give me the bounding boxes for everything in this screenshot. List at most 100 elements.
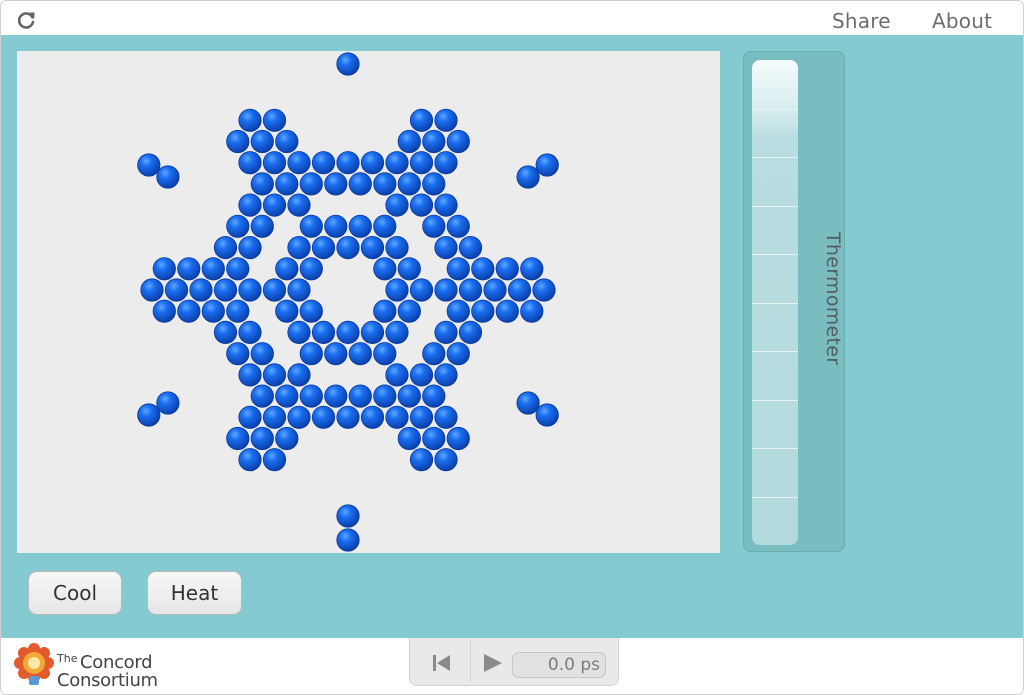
atom[interactable] — [238, 405, 262, 429]
reload-icon[interactable] — [15, 9, 37, 31]
atom[interactable] — [385, 193, 409, 217]
atom[interactable] — [360, 405, 385, 429]
atom[interactable] — [152, 299, 176, 323]
atom[interactable] — [373, 384, 397, 408]
atom[interactable] — [275, 257, 299, 281]
atom[interactable] — [446, 426, 470, 451]
atom[interactable] — [156, 165, 180, 189]
atom[interactable] — [250, 384, 274, 408]
atom[interactable] — [152, 257, 176, 281]
atom[interactable] — [385, 151, 409, 175]
atom[interactable] — [311, 320, 336, 344]
atom[interactable] — [226, 129, 250, 154]
atom[interactable] — [397, 384, 421, 408]
atom[interactable] — [201, 257, 225, 281]
atom[interactable] — [250, 129, 274, 154]
atom[interactable] — [311, 151, 336, 175]
atom[interactable] — [226, 342, 250, 366]
atom[interactable] — [458, 320, 483, 344]
atom[interactable] — [287, 193, 311, 217]
atom[interactable] — [360, 151, 385, 175]
atom[interactable] — [189, 278, 213, 302]
atom[interactable] — [434, 363, 458, 387]
atom[interactable] — [397, 172, 421, 196]
concord-logo[interactable]: The Concord Consortium — [13, 642, 183, 692]
atom[interactable] — [250, 426, 274, 451]
atom[interactable] — [348, 214, 372, 238]
atom[interactable] — [238, 151, 262, 175]
atom[interactable] — [446, 257, 470, 281]
atom[interactable] — [213, 278, 238, 302]
atom[interactable] — [275, 426, 299, 451]
atom[interactable] — [373, 214, 397, 238]
share-link[interactable]: Share — [832, 9, 891, 33]
atom[interactable] — [262, 278, 287, 302]
atom[interactable] — [422, 129, 446, 154]
atom[interactable] — [275, 384, 299, 408]
atom[interactable] — [409, 405, 434, 429]
atom[interactable] — [373, 172, 397, 196]
atom[interactable] — [422, 426, 446, 451]
atom[interactable] — [397, 426, 421, 451]
atom[interactable] — [385, 236, 409, 260]
atom[interactable] — [213, 236, 238, 260]
atom[interactable] — [520, 299, 544, 323]
atom[interactable] — [385, 363, 409, 387]
atom[interactable] — [385, 278, 409, 302]
atom[interactable] — [275, 129, 299, 154]
atom[interactable] — [275, 172, 299, 196]
atom[interactable] — [226, 426, 250, 451]
atom[interactable] — [422, 214, 446, 238]
atom[interactable] — [262, 108, 287, 132]
atom[interactable] — [336, 52, 360, 76]
atom[interactable] — [458, 236, 483, 260]
heat-button[interactable]: Heat — [147, 571, 242, 615]
atom[interactable] — [483, 278, 507, 302]
atom[interactable] — [238, 448, 262, 472]
atom[interactable] — [373, 299, 397, 323]
atom[interactable] — [324, 214, 348, 238]
atom[interactable] — [471, 299, 495, 323]
atom[interactable] — [164, 278, 189, 302]
atom[interactable] — [137, 153, 161, 177]
atom[interactable] — [336, 151, 360, 175]
atom[interactable] — [226, 214, 250, 238]
atom[interactable] — [156, 391, 180, 415]
atom[interactable] — [287, 405, 311, 429]
atom[interactable] — [299, 257, 323, 281]
atom[interactable] — [336, 320, 360, 344]
molecule-canvas[interactable] — [17, 51, 720, 553]
atom[interactable] — [434, 151, 458, 175]
atom[interactable] — [535, 153, 559, 177]
atom[interactable] — [507, 278, 532, 302]
atom[interactable] — [177, 299, 201, 323]
atom[interactable] — [520, 257, 544, 281]
atom[interactable] — [409, 193, 434, 217]
atom[interactable] — [373, 342, 397, 366]
atom[interactable] — [360, 320, 385, 344]
atom[interactable] — [434, 108, 458, 132]
atom[interactable] — [238, 320, 262, 344]
atom[interactable] — [409, 151, 434, 175]
atom[interactable] — [409, 363, 434, 387]
atom[interactable] — [140, 278, 164, 302]
atom[interactable] — [409, 448, 434, 472]
atom[interactable] — [446, 214, 470, 238]
atom[interactable] — [213, 320, 238, 344]
atom[interactable] — [238, 278, 262, 302]
atom[interactable] — [409, 278, 434, 302]
atom[interactable] — [238, 236, 262, 260]
atom[interactable] — [238, 363, 262, 387]
atom[interactable] — [409, 108, 434, 132]
atom[interactable] — [434, 405, 458, 429]
atom[interactable] — [299, 299, 323, 323]
atom[interactable] — [226, 257, 250, 281]
atom[interactable] — [262, 193, 287, 217]
atom[interactable] — [250, 342, 274, 366]
atom[interactable] — [262, 448, 287, 472]
atom[interactable] — [250, 214, 274, 238]
atom[interactable] — [287, 151, 311, 175]
atom[interactable] — [495, 299, 519, 323]
atom[interactable] — [446, 129, 470, 154]
atom[interactable] — [516, 165, 540, 189]
